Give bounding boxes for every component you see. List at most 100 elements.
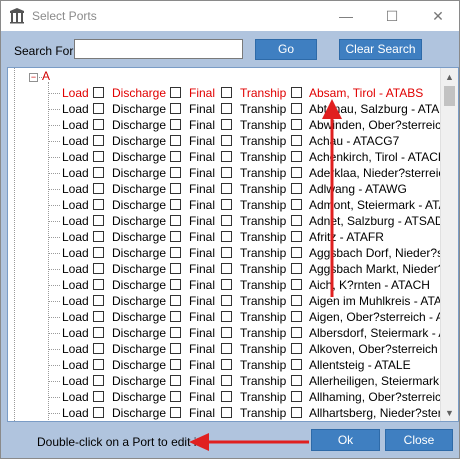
load-checkbox[interactable]: [93, 375, 104, 386]
port-row[interactable]: Load Discharge Final Tranship Abwinden, Ober…: [8, 117, 458, 133]
go-button[interactable]: Go: [255, 39, 317, 60]
clear-search-button[interactable]: Clear Search: [339, 39, 422, 60]
load-checkbox[interactable]: [93, 343, 104, 354]
tranship-checkbox[interactable]: [291, 103, 302, 114]
tranship-checkbox[interactable]: [291, 151, 302, 162]
tranship-checkbox[interactable]: [291, 231, 302, 242]
tranship-checkbox[interactable]: [291, 279, 302, 290]
discharge-checkbox[interactable]: [170, 135, 181, 146]
tranship-checkbox[interactable]: [291, 263, 302, 274]
maximize-button[interactable]: ☐: [369, 1, 415, 31]
final-checkbox[interactable]: [221, 231, 232, 242]
load-checkbox[interactable]: [93, 247, 104, 258]
load-checkbox[interactable]: [93, 295, 104, 306]
load-checkbox[interactable]: [93, 119, 104, 130]
scroll-down-icon[interactable]: ▼: [441, 404, 458, 421]
discharge-checkbox[interactable]: [170, 327, 181, 338]
port-row[interactable]: Load Discharge Final Tranship Aggsbach Dorf,…: [8, 245, 458, 261]
load-checkbox[interactable]: [93, 199, 104, 210]
port-row[interactable]: Load Discharge Final Tranship Aich, K?rnten …: [8, 277, 458, 293]
discharge-checkbox[interactable]: [170, 231, 181, 242]
tranship-checkbox[interactable]: [291, 183, 302, 194]
group-label-a[interactable]: A: [42, 69, 50, 83]
load-checkbox[interactable]: [93, 263, 104, 274]
load-checkbox[interactable]: [93, 231, 104, 242]
final-checkbox[interactable]: [221, 263, 232, 274]
final-checkbox[interactable]: [221, 183, 232, 194]
final-checkbox[interactable]: [221, 87, 232, 98]
final-checkbox[interactable]: [221, 295, 232, 306]
port-row[interactable]: Load Discharge Final Tranship Allentsteig - …: [8, 357, 458, 373]
discharge-checkbox[interactable]: [170, 183, 181, 194]
final-checkbox[interactable]: [221, 407, 232, 418]
final-checkbox[interactable]: [221, 391, 232, 402]
tranship-checkbox[interactable]: [291, 391, 302, 402]
ok-button[interactable]: Ok: [311, 429, 380, 451]
port-row[interactable]: Load Discharge Final Tranship Alkoven, Ober?…: [8, 341, 458, 357]
tranship-checkbox[interactable]: [291, 295, 302, 306]
port-row[interactable]: Load Discharge Final Tranship Albersdorf, St…: [8, 325, 458, 341]
discharge-checkbox[interactable]: [170, 119, 181, 130]
port-row[interactable]: Load Discharge Final Tranship Afritz - ATAFR: [8, 229, 458, 245]
port-name[interactable]: Allerheiligen, Steiermark - AT: [309, 374, 458, 388]
tranship-checkbox[interactable]: [291, 311, 302, 322]
title-bar[interactable]: Select Ports — ☐ ✕: [1, 1, 459, 31]
load-checkbox[interactable]: [93, 151, 104, 162]
port-name[interactable]: Allentsteig - ATALE: [309, 358, 411, 372]
final-checkbox[interactable]: [221, 199, 232, 210]
discharge-checkbox[interactable]: [170, 343, 181, 354]
final-checkbox[interactable]: [221, 247, 232, 258]
discharge-checkbox[interactable]: [170, 407, 181, 418]
tranship-checkbox[interactable]: [291, 119, 302, 130]
load-checkbox[interactable]: [93, 407, 104, 418]
collapse-group-icon[interactable]: −: [29, 73, 38, 82]
discharge-checkbox[interactable]: [170, 263, 181, 274]
scroll-up-icon[interactable]: ▲: [441, 68, 458, 85]
port-row[interactable]: Load Discharge Final Tranship Achau - ATACG7: [8, 133, 458, 149]
discharge-checkbox[interactable]: [170, 167, 181, 178]
load-checkbox[interactable]: [93, 167, 104, 178]
load-checkbox[interactable]: [93, 135, 104, 146]
scrollbar-thumb[interactable]: [444, 86, 455, 106]
final-checkbox[interactable]: [221, 167, 232, 178]
load-checkbox[interactable]: [93, 215, 104, 226]
final-checkbox[interactable]: [221, 311, 232, 322]
load-checkbox[interactable]: [93, 183, 104, 194]
search-input[interactable]: [74, 39, 243, 59]
tranship-checkbox[interactable]: [291, 343, 302, 354]
tranship-checkbox[interactable]: [291, 407, 302, 418]
discharge-checkbox[interactable]: [170, 295, 181, 306]
discharge-checkbox[interactable]: [170, 375, 181, 386]
port-row[interactable]: Load Discharge Final Tranship Absam, Tirol -…: [8, 85, 458, 101]
port-row[interactable]: Load Discharge Final Tranship Aderklaa, Nied…: [8, 165, 458, 181]
port-row[interactable]: Load Discharge Final Tranship Abtenau, Salzb…: [8, 101, 458, 117]
ports-tree[interactable]: − A Load Discharge Final Tranship Absam, Tir…: [7, 67, 459, 422]
final-checkbox[interactable]: [221, 215, 232, 226]
final-checkbox[interactable]: [221, 151, 232, 162]
tranship-checkbox[interactable]: [291, 327, 302, 338]
port-name[interactable]: Aigen, Ober?sterreich - ATAI: [309, 310, 458, 324]
port-name[interactable]: Allhartsberg, Nieder?sterreic: [309, 406, 458, 420]
port-row[interactable]: Load Discharge Final Tranship Aigen, Ober?st…: [8, 309, 458, 325]
port-row[interactable]: Load Discharge Final Tranship Allhartsberg, …: [8, 405, 458, 421]
close-window-button[interactable]: ✕: [415, 1, 461, 31]
tranship-checkbox[interactable]: [291, 247, 302, 258]
port-row[interactable]: Load Discharge Final Tranship Aigen im Muhlk…: [8, 293, 458, 309]
discharge-checkbox[interactable]: [170, 103, 181, 114]
load-checkbox[interactable]: [93, 359, 104, 370]
load-checkbox[interactable]: [93, 327, 104, 338]
load-checkbox[interactable]: [93, 391, 104, 402]
tranship-checkbox[interactable]: [291, 199, 302, 210]
discharge-checkbox[interactable]: [170, 279, 181, 290]
discharge-checkbox[interactable]: [170, 215, 181, 226]
discharge-checkbox[interactable]: [170, 151, 181, 162]
port-row[interactable]: Load Discharge Final Tranship Adlwang - ATAW…: [8, 181, 458, 197]
load-checkbox[interactable]: [93, 279, 104, 290]
final-checkbox[interactable]: [221, 327, 232, 338]
minimize-button[interactable]: —: [323, 1, 369, 31]
port-row[interactable]: Load Discharge Final Tranship Achenkirch, Ti…: [8, 149, 458, 165]
tranship-checkbox[interactable]: [291, 359, 302, 370]
port-name[interactable]: Allhaming, Ober?sterreich - A: [309, 390, 458, 404]
port-row[interactable]: Load Discharge Final Tranship Aggsbach Markt…: [8, 261, 458, 277]
vertical-scrollbar[interactable]: ▲ ▼: [440, 68, 458, 421]
